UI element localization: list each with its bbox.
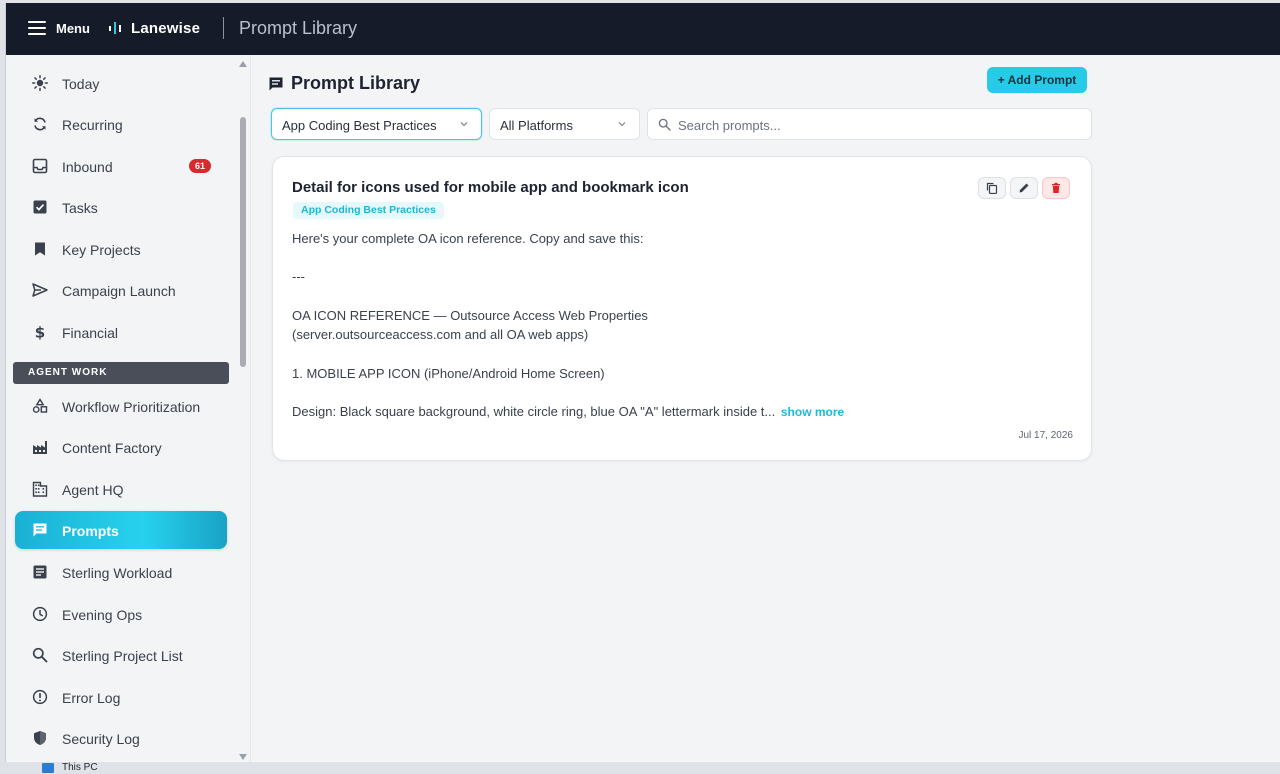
- search-input[interactable]: [678, 115, 1078, 135]
- sidebar-item-sterling-project-list[interactable]: Sterling Project List: [15, 636, 227, 674]
- app-window: Menu Lanewise Prompt Library Today Recur…: [5, 3, 1280, 762]
- page-title: Prompt Library: [291, 73, 421, 93]
- scroll-down-arrow-icon[interactable]: [239, 754, 247, 760]
- clock-icon: [32, 606, 48, 622]
- sidebar-item-label: Security Log: [62, 731, 140, 747]
- prompt-card[interactable]: Detail for icons used for mobile app and…: [272, 156, 1092, 461]
- category-filter-value: App Coding Best Practices: [282, 118, 437, 133]
- sidebar-item-today[interactable]: Today: [15, 64, 227, 102]
- pencil-icon: [1019, 183, 1029, 193]
- prompt-line: (server.outsourceaccess.com and all OA w…: [292, 327, 589, 342]
- alert-icon: [32, 689, 48, 705]
- sidebar-scrollbar[interactable]: [237, 55, 249, 762]
- building-icon: [32, 481, 48, 497]
- platform-filter-select[interactable]: All Platforms: [489, 108, 640, 140]
- sidebar-item-label: Tasks: [62, 200, 98, 216]
- sidebar-item-content-factory[interactable]: Content Factory: [15, 428, 227, 466]
- category-filter-select[interactable]: App Coding Best Practices: [271, 108, 482, 140]
- prompt-line-last: Design: Black square background, white c…: [292, 404, 844, 419]
- main-content: Prompt Library + Add Prompt App Coding B…: [252, 55, 1280, 762]
- bookmark-icon: [32, 241, 48, 257]
- hamburger-menu-icon[interactable]: [28, 21, 46, 35]
- inbox-icon: [32, 158, 48, 174]
- prompt-card-title: Detail for icons used for mobile app and…: [292, 179, 689, 196]
- document-icon: [32, 564, 48, 580]
- factory-icon: [32, 439, 48, 455]
- sidebar-item-recurring[interactable]: Recurring: [15, 105, 227, 143]
- inbound-count-badge: 61: [189, 159, 211, 173]
- search-icon: [32, 647, 48, 663]
- chat-icon: [32, 522, 48, 538]
- edit-button[interactable]: [1010, 177, 1038, 199]
- prompt-line: ---: [292, 269, 305, 284]
- sidebar-item-label: Sterling Workload: [62, 565, 173, 581]
- sidebar-item-agent-hq[interactable]: Agent HQ: [15, 470, 227, 508]
- sidebar-item-label: Today: [62, 76, 100, 92]
- prompt-line: Here's your complete OA icon reference. …: [292, 231, 644, 246]
- sidebar-item-label: Recurring: [62, 117, 123, 133]
- taskbar-item-label[interactable]: This PC: [62, 762, 98, 774]
- brand-divider: [223, 17, 224, 39]
- prompt-line: 1. MOBILE APP ICON (iPhone/Android Home …: [292, 366, 605, 381]
- prompt-line: OA ICON REFERENCE — Outsource Access Web…: [292, 308, 648, 323]
- sidebar-item-label: Sterling Project List: [62, 648, 183, 664]
- top-bar: Menu Lanewise Prompt Library: [6, 3, 1280, 55]
- sidebar-item-label: Content Factory: [62, 440, 162, 456]
- svg-text:$: $: [35, 324, 45, 340]
- chevron-down-icon: [460, 122, 468, 127]
- show-more-link[interactable]: show more: [781, 405, 844, 419]
- sidebar-item-label: Workflow Prioritization: [62, 399, 201, 415]
- search-icon: [658, 118, 671, 131]
- search-box[interactable]: [647, 108, 1092, 140]
- sidebar-item-label: Evening Ops: [62, 607, 143, 623]
- category-tag: App Coding Best Practices: [293, 202, 444, 219]
- prompt-card-date: Jul 17, 2026: [1018, 430, 1074, 441]
- taskbar-peek: This PC: [42, 762, 98, 774]
- sidebar-item-label: Agent HQ: [62, 482, 124, 498]
- computer-icon: [42, 763, 54, 773]
- shapes-icon: [32, 398, 48, 414]
- sidebar-item-sterling-workload[interactable]: Sterling Workload: [15, 553, 227, 591]
- shield-icon: [32, 730, 48, 746]
- trash-icon: [1052, 182, 1060, 193]
- sidebar-item-campaign-launch[interactable]: Campaign Launch: [15, 271, 227, 309]
- section-label-agent-work: AGENT WORK: [13, 362, 229, 384]
- sidebar-item-label: Campaign Launch: [62, 283, 176, 299]
- sidebar-item-security-log[interactable]: Security Log: [15, 719, 227, 757]
- copy-button[interactable]: [978, 177, 1006, 199]
- sun-icon: [32, 75, 48, 91]
- sidebar-item-tasks[interactable]: Tasks: [15, 188, 227, 226]
- sidebar-item-label: Inbound: [62, 159, 113, 175]
- brand-name: Lanewise: [131, 20, 201, 37]
- sidebar-item-inbound[interactable]: Inbound 61: [15, 147, 227, 185]
- sidebar-item-prompts[interactable]: Prompts: [15, 511, 227, 549]
- sidebar-item-label: Prompts: [62, 523, 119, 539]
- sidebar-item-key-projects[interactable]: Key Projects: [15, 230, 227, 268]
- refresh-icon: [32, 116, 48, 132]
- sidebar-item-label: Financial: [62, 325, 119, 341]
- sidebar: Today Recurring Inbound 61 Tasks Key Pro…: [6, 55, 251, 762]
- delete-button[interactable]: [1042, 177, 1070, 199]
- prompt-line-text: Design: Black square background, white c…: [292, 404, 776, 419]
- scroll-thumb[interactable]: [240, 117, 246, 367]
- sidebar-item-workflow-prioritization[interactable]: Workflow Prioritization: [15, 387, 227, 425]
- send-icon: [32, 282, 48, 298]
- chevron-down-icon: [618, 122, 626, 127]
- add-prompt-button[interactable]: + Add Prompt: [987, 67, 1087, 93]
- checkbox-icon: [32, 199, 48, 215]
- scroll-up-arrow-icon[interactable]: [239, 61, 247, 67]
- sidebar-item-evening-ops[interactable]: Evening Ops: [15, 595, 227, 633]
- sidebar-item-error-log[interactable]: Error Log: [15, 678, 227, 716]
- dollar-icon: $: [32, 324, 48, 340]
- chat-icon: [269, 77, 283, 91]
- menu-label[interactable]: Menu: [56, 21, 90, 36]
- app-title: Prompt Library: [239, 18, 358, 38]
- sidebar-item-label: Error Log: [62, 690, 121, 706]
- platform-filter-value: All Platforms: [500, 118, 573, 133]
- copy-icon: [986, 182, 998, 194]
- sidebar-item-financial[interactable]: $ Financial: [15, 313, 227, 351]
- brand-logo-icon: [109, 22, 121, 34]
- sidebar-item-label: Key Projects: [62, 242, 141, 258]
